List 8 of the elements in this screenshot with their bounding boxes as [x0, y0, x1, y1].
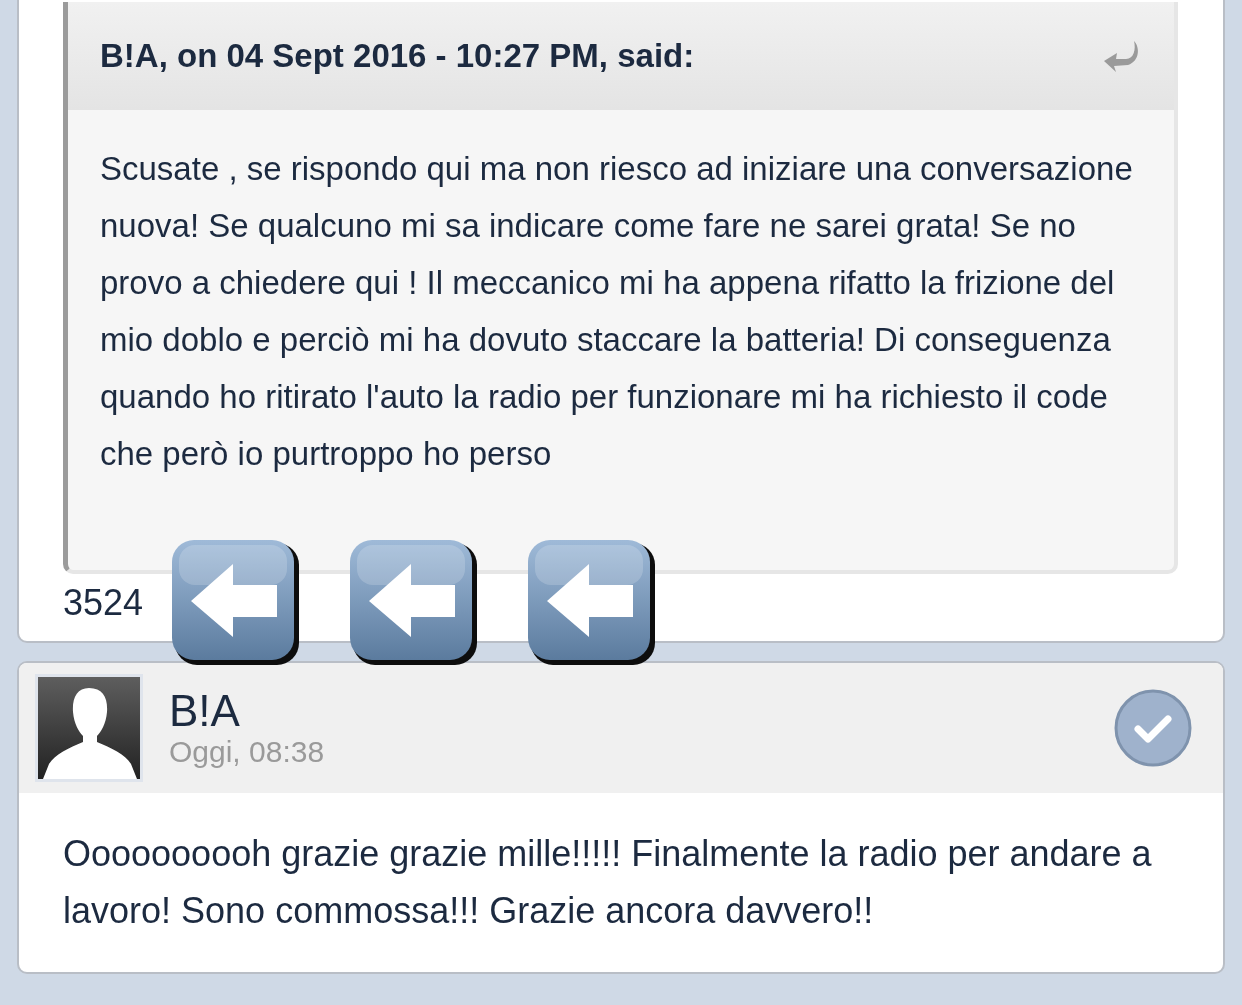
quote-citation: B!A, on 04 Sept 2016 - 10:27 PM, said:	[100, 37, 695, 75]
author-name[interactable]: B!A	[169, 687, 1113, 735]
avatar-icon	[35, 674, 143, 782]
reply-text: 3524	[63, 582, 144, 624]
post-text: Oooooooooh grazie grazie mille!!!!! Finalmente la radio per andare a lavoro! Sono commossa!!! Grazie ancora davvero!!	[62, 832, 1153, 933]
quote-text: Scusate , se rispondo qui ma non riesco ad iniziare una conversazione nuova! Se qualcuno mi sa indicare come fare ne sarei grata! Se no provo a chiedere qui ! Il meccanico mi ha appena rifatto la frizione del mio doblo e perciò mi ha dovuto staccare la batteria! Di conseguenza quando ho ritirato l'auto la radio per funzionare mi ha richiesto il code che però io purtroppo ho perso	[99, 149, 1134, 474]
check-icon[interactable]	[1113, 688, 1193, 768]
post-time: Oggi, 08:38	[169, 735, 326, 769]
